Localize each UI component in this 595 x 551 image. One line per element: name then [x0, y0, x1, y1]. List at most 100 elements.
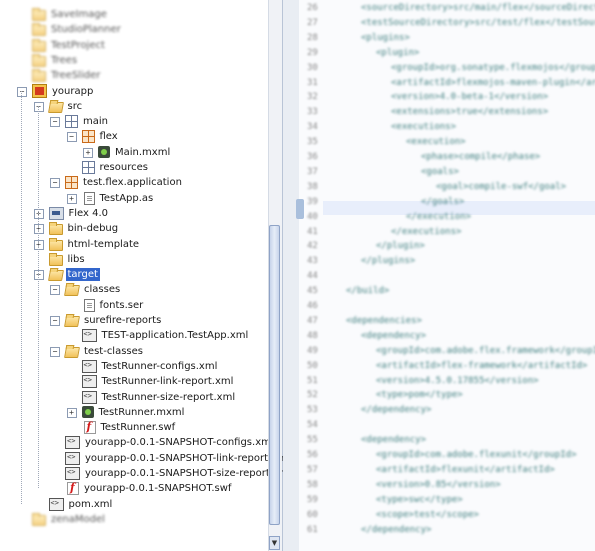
tree-item[interactable]: − test.flex.application	[50, 175, 184, 190]
collapse-toggle[interactable]: −	[50, 285, 60, 296]
tree-item[interactable]: − surefire-reports	[50, 313, 163, 328]
tree-item[interactable]: TreeSlider	[32, 68, 102, 83]
folder-icon	[32, 38, 46, 52]
code-editor[interactable]: 26 27 28 29 30 31 32 33 34 35 36 37 38 39 40 41 42 43 44 45…	[283, 0, 595, 551]
collapse-toggle[interactable]: −	[50, 346, 60, 357]
collapse-toggle[interactable]: −	[50, 178, 60, 189]
code-line: <groupId>org.sonatype.flexmojos</groupId…	[391, 62, 595, 73]
tree-item-label: Flex 4.0	[68, 207, 109, 219]
editor-gutter	[283, 0, 299, 551]
folder-icon	[48, 237, 63, 251]
tree-item[interactable]: − test-classes	[50, 344, 145, 359]
tree-item[interactable]: yourapp-0.0.1-SNAPSHOT-link-report.xml	[65, 451, 292, 466]
project-explorer-tree[interactable]: SaveImage StudioPlanner TestProject Trees Tr…	[0, 0, 291, 551]
tree-item-label: src	[67, 100, 83, 112]
line-number: 48	[307, 330, 318, 341]
tree-item[interactable]: pom.xml	[48, 497, 115, 512]
tree-item-label: yourapp-0.0.1-SNAPSHOT-size-report.xml	[85, 468, 292, 479]
tree-item[interactable]: Trees	[32, 53, 79, 68]
package-icon	[81, 161, 95, 174]
tree-item-label: flex	[99, 131, 118, 143]
tree-item[interactable]: − src	[33, 99, 85, 114]
line-number: 50	[307, 360, 318, 371]
tree-item[interactable]: − main	[50, 114, 110, 129]
code-line: <version>4.5.0.17855</version>	[376, 375, 539, 386]
source-package-icon	[65, 176, 78, 190]
tree-item[interactable]: − yourapp	[17, 84, 95, 99]
open-folder-icon	[64, 316, 80, 327]
line-number: 29	[307, 47, 318, 58]
line-number: 49	[307, 345, 318, 356]
line-number: 53	[307, 405, 318, 416]
tree-item-label: bin-debug	[67, 223, 119, 235]
library-icon	[48, 206, 64, 220]
code-line: <phase>compile</phase>	[421, 152, 541, 162]
tree-item[interactable]: + html-template	[33, 237, 142, 252]
tree-item[interactable]: TestProject	[32, 38, 107, 53]
code-line: </executions>	[391, 226, 462, 237]
tree-item[interactable]: + bin-debug	[33, 221, 121, 236]
tree-item[interactable]: TEST-application.TestApp.xml	[81, 328, 251, 343]
tree-item-label: TestRunner-link-report.xml	[101, 376, 234, 388]
tree-item-label: surefire-reports	[84, 315, 162, 326]
line-number: 40	[307, 211, 318, 222]
collapse-toggle[interactable]: −	[17, 86, 27, 97]
tree-item[interactable]: + TestApp.as	[66, 191, 156, 206]
tree-item[interactable]: yourapp-0.0.1-SNAPSHOT-size-report.xml	[65, 466, 293, 481]
line-number: 28	[307, 32, 318, 43]
collapse-toggle[interactable]: −	[66, 132, 77, 143]
ide-window: SaveImage StudioPlanner TestProject Trees Tr…	[0, 0, 595, 551]
tree-item[interactable]: yourapp-0.0.1-SNAPSHOT-configs.xml	[65, 435, 276, 450]
tree-item-label: fonts.ser	[99, 299, 144, 311]
collapse-toggle[interactable]: −	[50, 316, 60, 326]
code-line: <dependency>	[361, 435, 427, 446]
tree-item[interactable]: − flex	[66, 129, 120, 144]
expand-toggle[interactable]: +	[83, 147, 93, 158]
tree-scrollbar-thumb[interactable]	[269, 225, 280, 525]
code-line: <artifactId>flexunit</artifactId>	[376, 464, 555, 475]
tree-item-label: yourapp-0.0.1-SNAPSHOT-configs.xml	[85, 437, 274, 449]
tree-item[interactable]: StudioPlanner	[32, 22, 123, 37]
collapse-toggle[interactable]: −	[50, 117, 60, 128]
line-number: 54	[307, 420, 318, 431]
line-number: 46	[307, 301, 318, 311]
tree-item[interactable]: zenaModel	[32, 512, 107, 527]
tree-item[interactable]: − classes	[50, 282, 122, 297]
file-icon	[83, 298, 95, 312]
code-line: </build>	[346, 286, 390, 297]
tree-item[interactable]: TestRunner-size-report.xml	[81, 390, 238, 405]
line-number: 60	[307, 509, 318, 520]
code-line: <extensions>true</extensions>	[391, 107, 549, 118]
tree-item-label: resources	[99, 162, 148, 173]
folder-icon	[32, 8, 46, 21]
tree-item[interactable]: yourapp-0.0.1-SNAPSHOT.swf	[65, 481, 233, 496]
tree-scroll-down-button[interactable]: ▼	[269, 536, 280, 550]
swf-file-icon	[67, 481, 79, 496]
expand-toggle[interactable]: +	[66, 407, 77, 418]
tree-item-label: Main.mxml	[115, 146, 171, 158]
tree-item[interactable]: libs	[48, 252, 87, 267]
tree-item[interactable]: SaveImage	[32, 7, 109, 22]
line-number: 32	[307, 92, 318, 103]
tree-item[interactable]: TestRunner-link-report.xml	[81, 374, 236, 389]
line-number: 39	[307, 196, 318, 207]
tree-item[interactable]: fonts.ser	[82, 298, 146, 313]
line-number: 59	[307, 494, 318, 505]
tree-item[interactable]: TestRunner.swf	[82, 420, 178, 435]
line-number: 58	[307, 479, 318, 490]
tree-item[interactable]: + Main.mxml	[83, 145, 172, 160]
tree-item[interactable]: + Flex 4.0	[33, 206, 111, 221]
code-line: <executions>	[391, 122, 457, 133]
tree-item[interactable]: − target	[33, 267, 100, 282]
code-text[interactable]: <sourceDirectory>src/main/flex</sourceDi…	[331, 0, 595, 551]
tree-item[interactable]: TestRunner-configs.xml	[81, 359, 220, 374]
tree-item[interactable]: + TestRunner.mxml	[66, 405, 187, 420]
tree-item-label: test.flex.application	[83, 177, 182, 189]
tree-item[interactable]: resources	[81, 160, 150, 175]
tree-item-label: TestRunner-size-report.xml	[101, 391, 236, 403]
code-line: <dependency>	[361, 330, 427, 341]
expand-toggle[interactable]: +	[66, 193, 77, 204]
tree-guide-line	[21, 90, 22, 504]
tree-item-label: TestApp.as	[99, 192, 154, 204]
line-number: 45	[307, 286, 318, 297]
